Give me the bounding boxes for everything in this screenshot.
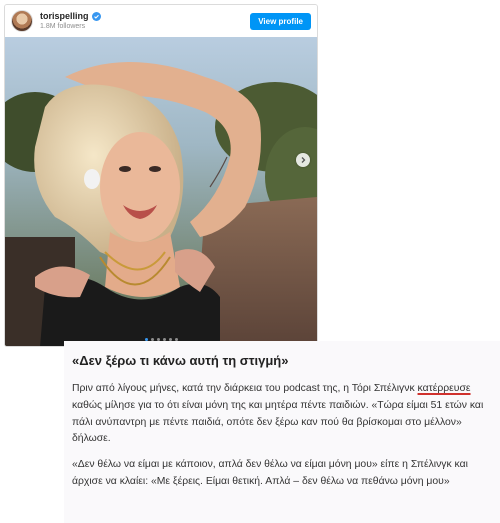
username-row: torispelling [40,12,250,21]
article-paragraph-1: Πριν από λίγους μήνες, κατά την διάρκεια… [72,381,492,448]
chevron-right-icon [301,157,306,163]
article-link[interactable]: κατέρρευσε [418,383,471,394]
article-paragraph-2: «Δεν θέλω να είμαι με κάποιον, απλά δεν … [72,459,468,487]
user-block: torispelling 1.8M followers [40,12,250,30]
embed-header: torispelling 1.8M followers View profile [5,5,317,37]
verified-badge-icon [91,12,101,21]
username[interactable]: torispelling [40,12,89,21]
avatar[interactable] [11,10,33,32]
carousel-next-button[interactable] [296,153,310,167]
article-body: «Δεν ξέρω τι κάνω αυτή τη στιγμή» Πριν α… [64,341,500,523]
instagram-embed: torispelling 1.8M followers View profile [4,4,318,347]
paragraph-text: καθώς μίλησε για το ότι είναι μόνη της κ… [72,399,484,445]
paragraph-text: Πριν από λίγους μήνες, κατά την διάρκεια… [72,383,418,394]
article-heading: «Δεν ξέρω τι κάνω αυτή τη στιγμή» [72,353,289,368]
photo-illustration [5,37,317,346]
follower-count: 1.8M followers [40,23,86,30]
view-profile-button[interactable]: View profile [250,12,311,30]
post-photo[interactable] [5,37,317,346]
